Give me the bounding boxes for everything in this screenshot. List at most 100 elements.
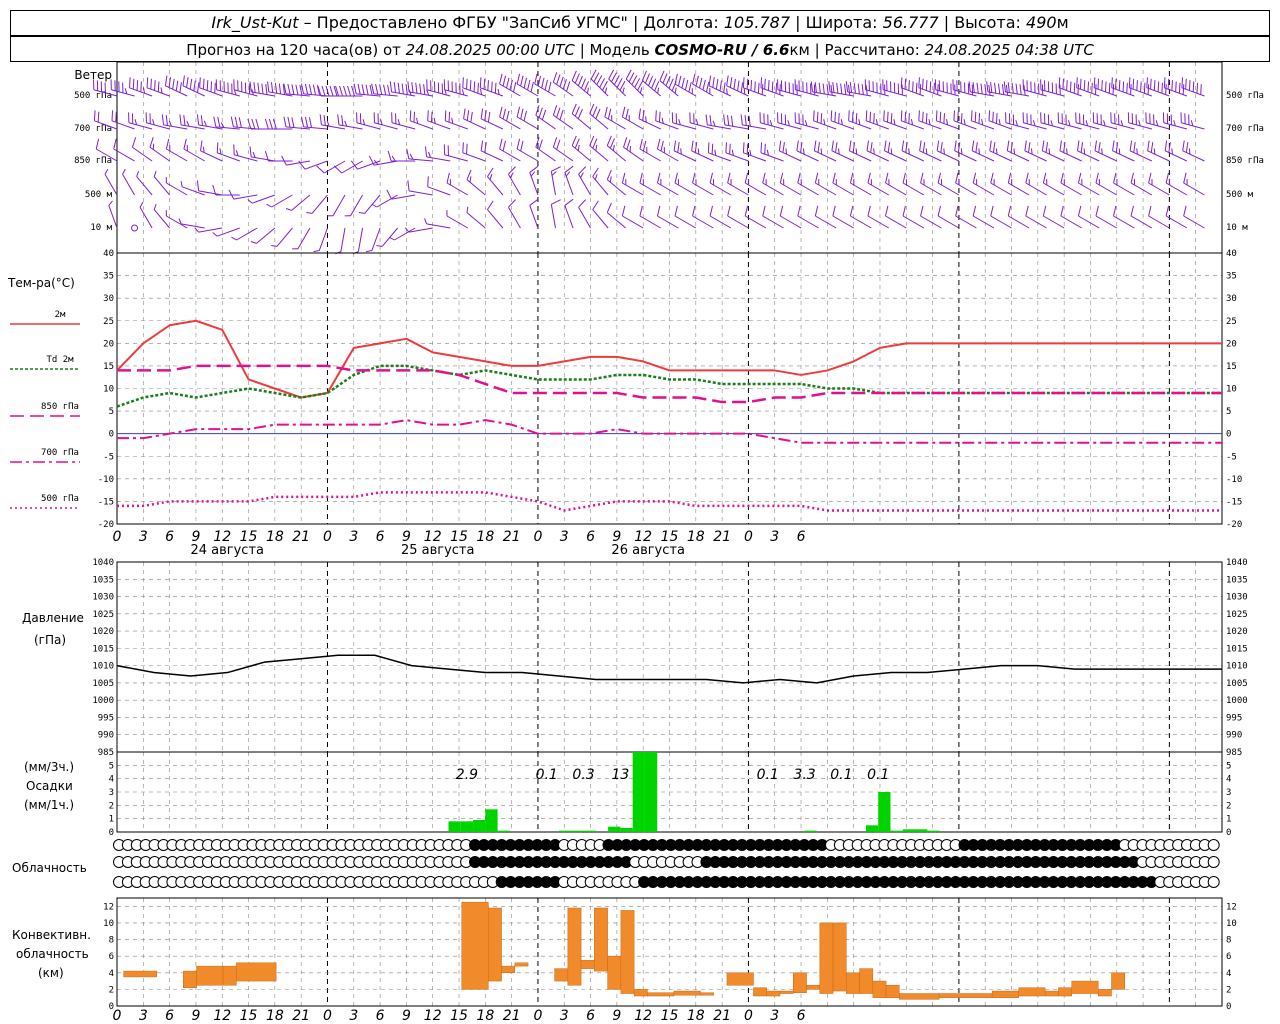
barb-feather [516,73,521,85]
barb-feather [762,205,766,217]
x-tick-label: 3 [560,529,569,545]
barb-feather [409,153,414,160]
barb-feather [444,110,447,121]
barb-feather [466,206,469,213]
barb-feather [997,83,1001,94]
barb-feather [1073,82,1076,94]
precip-bar [460,821,474,832]
barb-feather [937,205,942,217]
barb-feather [592,167,599,177]
barb-feather [622,87,625,94]
day-label: 24 августа [190,543,264,558]
barb-feather [291,117,295,128]
barb-feather [960,148,963,155]
barb-feather [727,115,730,126]
barb-feather [477,82,479,94]
barb-feather [566,81,571,92]
barb-feather [537,75,542,87]
barb-feather [1048,148,1051,155]
convective-bar [594,907,608,972]
convective-bar [872,980,887,998]
barb-feather [1077,84,1080,95]
barb-feather [95,138,100,150]
barb-feather [574,106,580,117]
barb-feather [556,74,561,85]
barb-feather [231,236,237,241]
x-tick-label: 0 [113,529,122,545]
barb-feather [407,180,410,191]
barb-feather [834,111,836,123]
barb-feather [608,69,615,80]
barb-feather [489,174,493,180]
barb-feather [692,205,696,217]
barb-feather [918,77,920,88]
barb-staff [487,209,504,229]
y-tick-label-right: 1030 [1226,593,1248,603]
barb-feather [628,72,635,83]
barb-feather [955,205,959,217]
convective-bar [222,965,237,986]
barb-feather [727,205,731,217]
barb-feather [634,78,641,88]
y-tick-label-right: 6 [1226,952,1231,962]
precip-bar [620,828,633,832]
barb-feather [612,144,615,151]
barb-feather [1101,80,1103,91]
barb-feather [873,148,875,155]
barb-feather [957,111,959,123]
barb-staff [332,194,346,217]
barb-feather [1113,205,1117,217]
barb-feather [844,84,847,95]
barb-feather [1095,205,1099,217]
day-label: 25 августа [401,543,475,558]
barb-feather [692,172,696,184]
barb-feather [523,110,527,122]
barb-feather [673,140,677,151]
barb-staff [564,205,574,229]
x-tick-label-bottom: 9 [402,1008,411,1024]
wind-barbs-3 [104,165,1205,217]
barb-feather [830,110,833,121]
convective-bar [488,907,502,982]
barb-staff [529,205,539,229]
barb-feather [552,72,558,83]
barb-feather [1148,172,1152,184]
convective-bar [1058,987,1072,997]
x-tick-label: 6 [165,529,174,545]
precip-bar [865,825,879,832]
barb-feather [313,250,320,253]
barb-feather [383,84,387,96]
barb-staff [1043,215,1065,229]
barb-feather [512,81,517,93]
barb-feather [249,81,252,92]
barb-feather [1069,81,1072,92]
barb-feather [312,84,317,96]
barb-feather [857,83,860,94]
x-tick-label: 3 [139,529,148,545]
x-tick-label-bottom: 6 [797,1008,806,1024]
barb-feather [912,81,914,92]
x-tick-label: 0 [744,529,753,545]
barb-feather [1147,84,1150,95]
barb-feather [186,77,189,88]
convective-bar [1071,980,1099,994]
barb-feather [625,108,629,120]
y-tick-label-right: 10 [1226,385,1237,395]
barb-feather [129,77,131,88]
precip-bar [473,820,486,832]
barb-feather [407,81,410,92]
barb-feather [577,144,580,151]
barb-feather [656,172,661,184]
barb-feather [423,84,426,95]
wind-level-label: 500 м [85,190,113,200]
barb-feather [462,77,464,88]
barb-feather [1130,172,1134,184]
y-tick-label: 985 [98,748,114,758]
barb-feather [1058,77,1061,88]
barb-staff [832,215,854,229]
y-tick-label: 1035 [92,575,114,585]
precip-bar [878,792,891,832]
y-tick-label-right: 1020 [1226,627,1248,637]
barb-feather [975,142,978,153]
barb-feather [662,73,668,84]
